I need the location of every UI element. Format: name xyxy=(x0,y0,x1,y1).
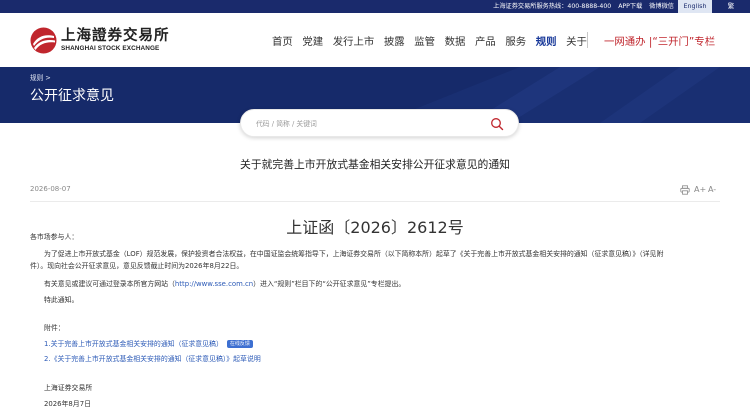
paragraph-2-text-b: ）进入“规则”栏目下的“公开征求意见”专栏提出。 xyxy=(253,280,406,288)
nav-item-listing[interactable]: 发行上市 xyxy=(333,33,375,48)
breadcrumb[interactable]: 规则 > xyxy=(30,72,51,82)
attachment-item: 2.《关于完善上市开放式基金相关安排的通知（征求意见稿）》起草说明 xyxy=(44,353,261,363)
logo-english-name: SHANGHAI STOCK EXCHANGE xyxy=(61,45,160,52)
sse-logo[interactable]: 上海證券交易所 SHANGHAI STOCK EXCHANGE xyxy=(30,27,170,55)
nav-item-home[interactable]: 首页 xyxy=(272,33,293,48)
top-utility-bar: 上海证券交易所服务热线：400-8888-400 APP下载 微博微信 Engl… xyxy=(0,0,750,13)
page-title: 公开征求意见 xyxy=(30,88,114,104)
paragraph-2: 有关意见或建议可通过登录本所官方网站（http://www.sse.com.cn… xyxy=(44,278,405,288)
sign-date: 2026年8月7日 xyxy=(44,400,91,408)
promo-link[interactable]: 一网通办 |“三开门”专栏 xyxy=(604,33,715,48)
nav-item-services[interactable]: 服务 xyxy=(505,33,526,48)
search-input[interactable] xyxy=(256,118,476,130)
attachment-link-2[interactable]: 2.《关于完善上市开放式基金相关安排的通知（征求意见稿）》起草说明 xyxy=(44,355,261,363)
print-icon[interactable] xyxy=(680,185,690,195)
article-title: 关于就完善上市开放式基金相关安排公开征求意见的通知 xyxy=(240,158,510,171)
nav-item-data[interactable]: 数据 xyxy=(445,33,466,48)
logo-chinese-name: 上海證券交易所 xyxy=(61,27,170,44)
attachment-item: 1.关于完善上市开放式基金相关安排的通知（征求意见稿） 在线反馈 xyxy=(44,338,253,348)
sse-website-link[interactable]: http://www.sse.com.cn xyxy=(175,280,253,288)
nav-item-party[interactable]: 党建 xyxy=(302,33,323,48)
topbar-info: 上海证券交易所服务热线：400-8888-400 APP下载 微博微信 xyxy=(493,0,674,13)
weibo-wechat-link[interactable]: 微博微信 xyxy=(649,3,674,10)
attachments-label: 附件： xyxy=(44,324,65,332)
reference-number: 上证函〔2026〕2612号 xyxy=(286,218,464,237)
paragraph-1-line-1: 为了促进上市开放式基金（LOF）规范发展，保护投资者合法权益，在中国证监会统筹指… xyxy=(44,250,664,258)
nav-item-disclosure[interactable]: 披露 xyxy=(384,33,405,48)
main-nav: 首页 党建 发行上市 披露 监管 数据 产品 服务 规则 关于 xyxy=(272,33,597,49)
nav-item-products[interactable]: 产品 xyxy=(475,33,496,48)
signature: 上海证券交易所 xyxy=(44,384,93,392)
site-header: 上海證券交易所 SHANGHAI STOCK EXCHANGE 首页 党建 发行上市… xyxy=(0,13,750,67)
attachment-link-1[interactable]: 1.关于完善上市开放式基金相关安排的通知（征求意见稿） xyxy=(44,340,223,348)
nav-divider xyxy=(587,32,588,48)
online-feedback-badge[interactable]: 在线反馈 xyxy=(226,340,253,348)
article-meta-row: 2026-08-07 A+ A- xyxy=(30,178,720,202)
paragraph-2-text-a: 有关意见或建议可通过登录本所官方网站（ xyxy=(44,280,175,288)
closing-text: 特此通知。 xyxy=(44,296,79,304)
article-tools: A+ A- xyxy=(680,183,720,197)
search-icon[interactable] xyxy=(490,117,504,131)
lang-traditional-button[interactable]: 繁 xyxy=(712,0,750,13)
nav-item-supervision[interactable]: 监管 xyxy=(414,33,435,48)
font-decrease-button[interactable]: A- xyxy=(708,183,716,197)
sse-logo-icon xyxy=(30,27,57,54)
font-increase-button[interactable]: A+ xyxy=(694,183,706,197)
salutation: 各市场参与人： xyxy=(30,233,79,241)
search-box xyxy=(240,109,519,137)
lang-english-button[interactable]: English xyxy=(678,0,712,13)
hotline-text: 上海证券交易所服务热线：400-8888-400 xyxy=(493,3,612,10)
article-date: 2026-08-07 xyxy=(30,185,71,193)
nav-item-rules[interactable]: 规则 xyxy=(536,33,557,48)
paragraph-1-line-2: 件）。现向社会公开征求意见，意见反馈截止时间为2026年8月22日。 xyxy=(30,262,244,270)
nav-item-about[interactable]: 关于 xyxy=(566,33,587,48)
app-download-link[interactable]: APP下载 xyxy=(618,3,642,10)
